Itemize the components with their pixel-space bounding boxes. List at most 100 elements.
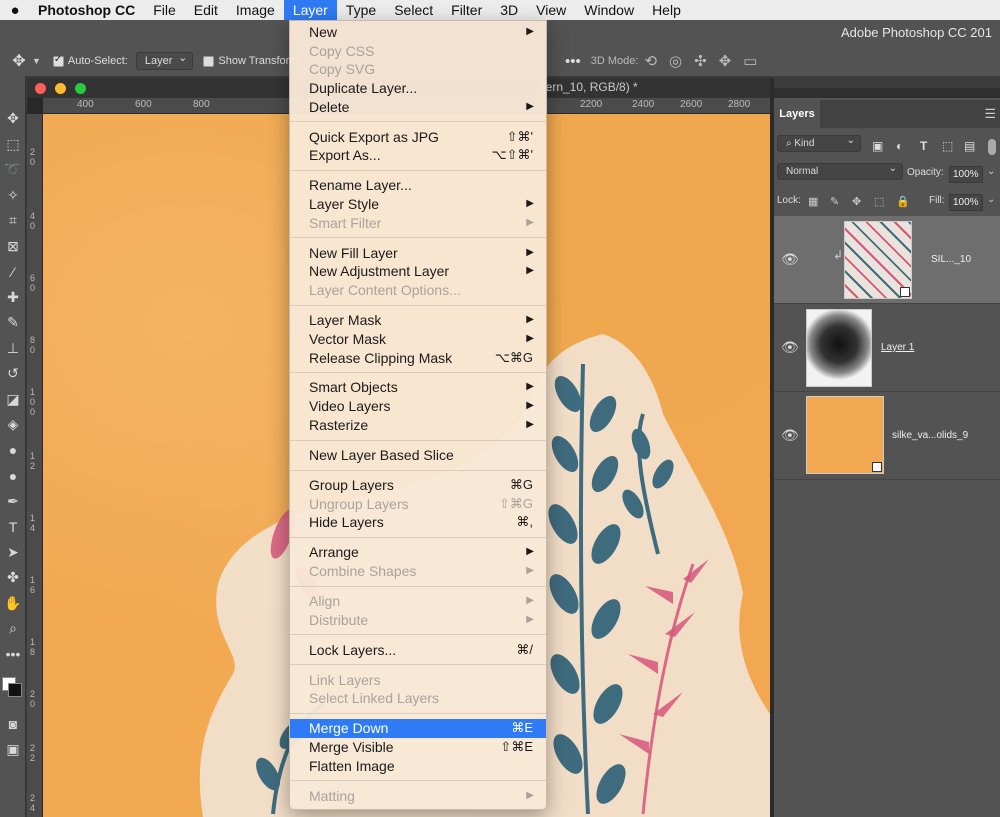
healing-brush-tool-icon[interactable]: ✚	[0, 285, 26, 311]
menu-item-merge-down[interactable]: Merge Down ⌘E	[290, 719, 546, 738]
menu-item-layer-mask[interactable]: Layer Mask ▶	[290, 311, 546, 330]
layer-row-layer1[interactable]: 👁 Layer 1	[774, 304, 1000, 392]
frame-tool-icon[interactable]: ⊠	[0, 234, 26, 260]
3d-slide-icon[interactable]: ✥	[719, 52, 732, 70]
dodge-tool-icon[interactable]: ●	[0, 463, 26, 489]
menu-item-layer-style[interactable]: Layer Style ▶	[290, 195, 546, 214]
lock-artboard-icon[interactable]: ⬚	[874, 195, 884, 208]
3d-camera-icon[interactable]: ▭	[743, 52, 757, 70]
crop-tool-icon[interactable]: ⌗	[0, 208, 26, 234]
opacity-chevron-icon[interactable]: ⌄	[987, 166, 995, 177]
menubar-window[interactable]: Window	[575, 0, 643, 20]
menu-item-export-as[interactable]: Export As... ⌥⇧⌘'	[290, 146, 546, 165]
more-options-icon[interactable]: •••	[565, 53, 581, 70]
smart-object-filter-icon[interactable]: ▤	[964, 139, 975, 153]
zoom-icon[interactable]	[75, 83, 86, 94]
menu-item-vector-mask[interactable]: Vector Mask ▶	[290, 330, 546, 349]
menu-item-duplicate-layer[interactable]: Duplicate Layer...	[290, 79, 546, 98]
3d-roll-icon[interactable]: ◎	[669, 52, 682, 70]
layer-row-background[interactable]: 👁 silke_va...olids_9	[774, 392, 1000, 480]
3d-pan-icon[interactable]: ✣	[694, 52, 707, 70]
path-selection-tool-icon[interactable]: ➤	[0, 540, 26, 566]
menubar-app-name[interactable]: Photoshop CC	[30, 0, 144, 20]
lock-position-icon[interactable]: ✥	[852, 195, 861, 208]
filter-kind-dropdown[interactable]: ⌕ Kind	[777, 133, 861, 152]
tab-layers[interactable]: Layers	[774, 100, 820, 128]
menu-item-video-layers[interactable]: Video Layers ▶	[290, 397, 546, 416]
menu-item-flatten-image[interactable]: Flatten Image	[290, 757, 546, 776]
blur-tool-icon[interactable]: ●	[0, 438, 26, 464]
paint-bucket-tool-icon[interactable]: ◈	[0, 412, 26, 438]
menu-item-new-adjustment-layer[interactable]: New Adjustment Layer ▶	[290, 262, 546, 281]
menubar-edit[interactable]: Edit	[185, 0, 227, 20]
zoom-tool-icon[interactable]: ⌕	[0, 616, 26, 642]
menu-item-delete[interactable]: Delete ▶	[290, 98, 546, 117]
background-color-swatch[interactable]	[8, 683, 22, 697]
menubar-file[interactable]: File	[144, 0, 185, 20]
pixel-filter-icon[interactable]: ▣	[872, 139, 883, 153]
quick-mask-icon[interactable]: ◙	[0, 711, 26, 737]
eyedropper-tool-icon[interactable]: ⁄	[0, 259, 26, 285]
menu-item-group-layers[interactable]: Group Layers ⌘G	[290, 476, 546, 495]
magic-wand-tool-icon[interactable]: ✧	[0, 183, 26, 209]
screen-mode-icon[interactable]: ▣	[0, 737, 26, 763]
menu-item-smart-objects[interactable]: Smart Objects ▶	[290, 378, 546, 397]
menu-item-new-layer-based-slice[interactable]: New Layer Based Slice	[290, 446, 546, 465]
clone-stamp-tool-icon[interactable]: ⊥	[0, 336, 26, 362]
menubar-help[interactable]: Help	[643, 0, 690, 20]
more-tools-icon[interactable]: •••	[0, 642, 26, 668]
visibility-eye-icon[interactable]: 👁	[781, 427, 799, 444]
color-swatches[interactable]	[0, 667, 25, 711]
type-tool-icon[interactable]: T	[0, 514, 26, 540]
lock-transparent-icon[interactable]: ▦	[808, 195, 818, 208]
lock-all-icon[interactable]: 🔒	[896, 195, 910, 208]
menubar-type[interactable]: Type	[337, 0, 385, 20]
menu-item-rename-layer[interactable]: Rename Layer...	[290, 176, 546, 195]
apple-icon[interactable]: ●	[0, 2, 30, 19]
fill-field[interactable]: 100%	[949, 194, 983, 211]
menubar-select[interactable]: Select	[385, 0, 442, 20]
brush-tool-icon[interactable]: ✎	[0, 310, 26, 336]
menu-item-new-fill-layer[interactable]: New Fill Layer ▶	[290, 244, 546, 263]
adjustment-filter-icon[interactable]: ◐	[896, 139, 903, 153]
menubar-layer[interactable]: Layer	[283, 0, 337, 20]
move-tool-icon[interactable]: ✥	[8, 51, 30, 71]
move-tool-icon[interactable]: ✥	[0, 106, 26, 132]
layer-name[interactable]: silke_va...olids_9	[892, 430, 968, 441]
menu-item-release-clipping-mask[interactable]: Release Clipping Mask ⌥⌘G	[290, 349, 546, 368]
shape-filter-icon[interactable]: ⬚	[942, 139, 953, 153]
minimize-icon[interactable]	[55, 83, 66, 94]
filter-toggle[interactable]	[988, 139, 996, 155]
eraser-tool-icon[interactable]: ◪	[0, 387, 26, 413]
pen-tool-icon[interactable]: ✒	[0, 489, 26, 515]
marquee-tool-icon[interactable]: ⬚	[0, 132, 26, 158]
panel-menu-icon[interactable]: ☰	[984, 106, 996, 122]
type-filter-icon[interactable]: T	[920, 139, 927, 153]
auto-select-dropdown[interactable]: Layer	[135, 50, 194, 70]
close-icon[interactable]	[35, 83, 46, 94]
visibility-eye-icon[interactable]: 👁	[781, 339, 799, 356]
hand-tool-icon[interactable]: ✋	[0, 591, 26, 617]
layer-row-pattern[interactable]: 👁 ↲ SIL..._10	[774, 216, 1000, 304]
3d-orbit-icon[interactable]: ⟲	[644, 52, 657, 70]
auto-select-checkbox[interactable]	[52, 54, 64, 67]
history-brush-tool-icon[interactable]: ↺	[0, 361, 26, 387]
menubar-3d[interactable]: 3D	[491, 0, 527, 20]
menu-item-lock-layers[interactable]: Lock Layers... ⌘/	[290, 641, 546, 660]
menu-item-merge-visible[interactable]: Merge Visible ⇧⌘E	[290, 738, 546, 757]
menubar-filter[interactable]: Filter	[442, 0, 491, 20]
fill-chevron-icon[interactable]: ⌄	[987, 194, 995, 205]
layer-name[interactable]: Layer 1	[881, 342, 914, 353]
show-transform-checkbox[interactable]	[203, 55, 215, 67]
layer-name[interactable]: SIL..._10	[931, 254, 971, 265]
menu-item-new[interactable]: New ▶	[290, 23, 546, 42]
menu-item-hide-layers[interactable]: Hide Layers ⌘,	[290, 513, 546, 532]
custom-shape-tool-icon[interactable]: ✤	[0, 565, 26, 591]
visibility-eye-icon[interactable]: 👁	[781, 251, 799, 268]
lock-image-icon[interactable]: ✎	[830, 195, 839, 208]
opacity-field[interactable]: 100%	[949, 166, 983, 183]
menubar-view[interactable]: View	[527, 0, 575, 20]
menu-item-arrange[interactable]: Arrange ▶	[290, 543, 546, 562]
blend-mode-dropdown[interactable]: Normal	[777, 161, 903, 180]
lasso-tool-icon[interactable]: ➰	[0, 157, 26, 183]
